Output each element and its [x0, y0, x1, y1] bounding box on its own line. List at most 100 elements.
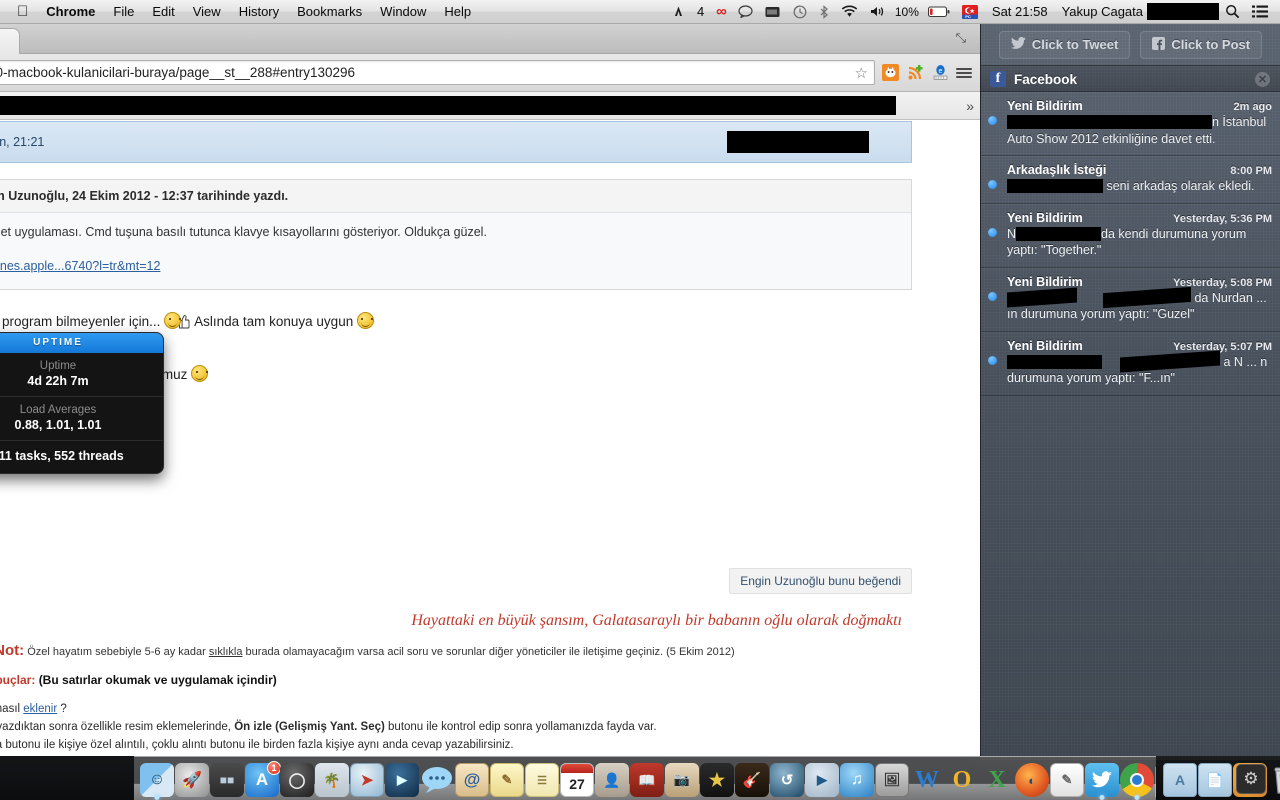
volume-icon[interactable]	[864, 0, 892, 24]
unread-dot-icon	[988, 116, 997, 125]
dock-item-time-machine[interactable]: ↺	[770, 763, 804, 797]
address-bar[interactable]: 2320-macbook-kulanicilari-buraya/page__s…	[0, 60, 875, 85]
quote-link[interactable]: s://itunes.apple...6740?l=tr&mt=12	[0, 259, 160, 273]
apple-logo-icon[interactable]: 	[8, 1, 37, 23]
dock-item-notes[interactable]: ✎	[490, 763, 524, 797]
dock-item-launchpad[interactable]: 🚀	[175, 763, 209, 797]
tip-line-3: Cevapla butonu ile kişiye özel alıntılı,…	[0, 738, 514, 751]
like-label[interactable]: Engin Uzunoğlu bunu beğendi	[729, 568, 912, 594]
menu-item-window[interactable]: Window	[371, 0, 435, 24]
time-machine-icon[interactable]	[787, 0, 813, 24]
search-icon[interactable]	[1219, 0, 1246, 24]
menu-item-chrome[interactable]: Chrome	[37, 0, 104, 24]
menu-item-history[interactable]: History	[230, 0, 288, 24]
smirk-emoji-icon	[356, 312, 374, 329]
menu-bar-clock[interactable]: Sat 21:58	[984, 4, 1056, 19]
notification-item[interactable]: Yeni Bildirim Yesterday, 5:08 PM da Nurd…	[981, 268, 1280, 332]
notification-item[interactable]: Yeni Bildirim Yesterday, 5:36 PM Nda ken…	[981, 204, 1280, 268]
menu-item-help[interactable]: Help	[435, 0, 480, 24]
dock-item-textedit[interactable]: ✎	[1050, 763, 1084, 797]
menu-item-bookmarks[interactable]: Bookmarks	[288, 0, 371, 24]
notification-item[interactable]: Yeni Bildirim Yesterday, 5:07 PM a N ...…	[981, 332, 1280, 396]
dock-item-stickies[interactable]: ☰	[525, 763, 559, 797]
chrome-menu-icon[interactable]	[956, 67, 972, 78]
battery-icon[interactable]	[922, 0, 956, 24]
dock-item-garageband[interactable]: 🎸	[735, 763, 769, 797]
load-averages-value: 0.88, 1.01, 1.01	[14, 418, 102, 432]
dock-item-finder[interactable]: ☺	[140, 763, 174, 800]
extension-orange-icon[interactable]	[881, 63, 900, 82]
wifi-icon[interactable]	[835, 0, 864, 24]
dock-item-contacts[interactable]: 👤	[595, 763, 629, 797]
firefox-icon: ◐	[1028, 772, 1036, 788]
dock-item-word[interactable]: W	[910, 763, 944, 797]
battery-percent[interactable]: 10%	[892, 0, 922, 24]
istat-menus-icon[interactable]	[666, 0, 691, 24]
menu-item-view[interactable]: View	[184, 0, 230, 24]
note-underline: sıklıkla	[208, 646, 243, 658]
dock-item-ibooks[interactable]: 📖	[630, 763, 664, 797]
dock-item-iphoto[interactable]: 🌴	[315, 763, 349, 797]
dock-item-app-store[interactable]: A 1	[245, 761, 281, 797]
music-note-icon: ♫	[851, 771, 863, 788]
browser-tab[interactable]	[0, 28, 20, 54]
dock-extra-gear-icon[interactable]: ⚙	[1236, 764, 1266, 794]
dock-item-quicktime[interactable]: ▶	[805, 763, 839, 797]
bookmarks-overflow-icon[interactable]: »	[966, 98, 974, 114]
bookmark-star-icon[interactable]: ☆	[855, 64, 870, 82]
dock-item-mission-control[interactable]: ■■	[210, 763, 244, 797]
facebook-icon: f	[990, 71, 1006, 87]
dock-item-applications-folder[interactable]: A	[1163, 763, 1197, 797]
dock-item-chrome[interactable]	[1120, 763, 1154, 800]
dock-item-documents-folder[interactable]: 📄	[1198, 763, 1232, 797]
tip-1-link[interactable]: eklenir	[23, 703, 57, 715]
iphoto-icon: 🌴	[323, 771, 341, 788]
tip-1-text-a: Resim nasıl	[0, 703, 21, 715]
fullscreen-icon[interactable]: ⤡	[956, 30, 966, 46]
dock-item-messages[interactable]	[420, 763, 454, 797]
extension-blue-icon[interactable]: e	[931, 63, 950, 82]
uptime-widget[interactable]: UPTIME Uptime 4d 22h 7m Load Averages 0.…	[0, 332, 164, 474]
dock-item-mail[interactable]: @	[455, 763, 489, 797]
istat-cpu-count[interactable]: 4	[691, 0, 710, 24]
dock-item-twitter[interactable]	[1085, 763, 1119, 800]
dock-item-excel[interactable]: X	[980, 763, 1014, 797]
menu-bar-user[interactable]: Yakup Cagata	[1056, 4, 1149, 19]
menu-item-file[interactable]: File	[104, 0, 143, 24]
dock-item-image-capture[interactable]: 📷	[665, 763, 699, 797]
rss-subscribe-icon[interactable]	[906, 63, 925, 82]
unread-dot-icon	[988, 355, 997, 365]
battery-monitor-icon[interactable]	[759, 0, 787, 24]
dock-item-dashboard[interactable]: ◯	[280, 763, 314, 797]
unread-dot-icon	[988, 291, 997, 301]
click-to-post-button[interactable]: Click to Post	[1140, 30, 1263, 59]
turkish-flag-icon[interactable]: PC	[956, 0, 984, 24]
mail-at-icon: @	[463, 770, 481, 789]
guitar-icon: 🎸	[742, 772, 762, 789]
dock-item-preview[interactable]: 🖼	[875, 763, 909, 797]
bookmarks-bar: »	[0, 92, 980, 120]
word-icon: W	[915, 766, 939, 793]
dock-item-itunes[interactable]: ♫	[840, 763, 874, 797]
dock-item-trash[interactable]	[1268, 763, 1280, 797]
close-icon[interactable]: ✕	[1255, 71, 1270, 87]
menu-item-edit[interactable]: Edit	[143, 0, 183, 24]
dock-item-calendar[interactable]: 27	[560, 763, 594, 797]
bluetooth-icon[interactable]	[813, 0, 835, 24]
dock-item-firefox[interactable]: ◐	[1015, 763, 1049, 797]
notification-item[interactable]: Arkadaşlık İsteği 8:00 PM seni arkadaş o…	[981, 156, 1280, 204]
quoted-post: Engin Uzunoğlu, 24 Ekim 2012 - 12:37 tar…	[0, 179, 912, 290]
click-to-tweet-button[interactable]: Click to Tweet	[998, 30, 1131, 59]
notification-center: Click to Tweet Click to Post f Facebook …	[980, 24, 1280, 760]
infinity-icon[interactable]: ∞	[710, 0, 732, 24]
dock-item-imovie[interactable]: ★	[700, 763, 734, 797]
dock-item-outlook[interactable]: O	[945, 763, 979, 797]
books-icon: 📖	[638, 771, 656, 788]
facebook-icon	[1152, 36, 1166, 53]
notification-item[interactable]: Yeni Bildirim 2m ago n İstanbul Auto Sho…	[981, 92, 1280, 156]
dock-item-facetime[interactable]: ▶	[385, 763, 419, 797]
dock-item-safari[interactable]: ➤	[350, 763, 384, 797]
note-text-2: burada olamayacağım varsa acil soru ve s…	[242, 646, 735, 658]
notification-center-icon[interactable]	[1246, 0, 1274, 24]
speech-bubble-icon[interactable]	[732, 0, 759, 24]
